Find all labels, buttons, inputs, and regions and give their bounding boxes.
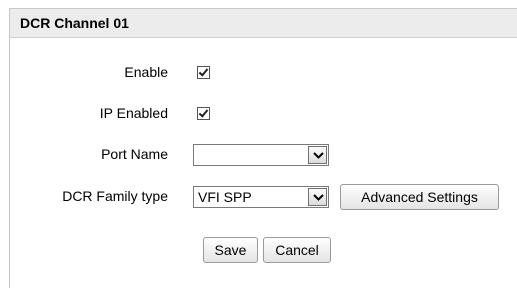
port-name-select[interactable] (193, 144, 329, 166)
checkmark-icon (198, 107, 209, 118)
dcr-channel-panel: DCR Channel 01 Enable IP Enabled Port Na… (9, 8, 517, 288)
chevron-down-icon[interactable] (308, 146, 327, 164)
cancel-button[interactable]: Cancel (263, 237, 331, 263)
dcr-family-value: VFI SPP (198, 189, 252, 205)
ip-enabled-checkbox[interactable] (197, 107, 210, 120)
enable-checkbox[interactable] (197, 66, 210, 79)
dcr-family-select[interactable]: VFI SPP (193, 186, 329, 208)
ip-enabled-label: IP Enabled (99, 105, 168, 121)
enable-label: Enable (124, 64, 168, 80)
chevron-down-icon[interactable] (308, 188, 327, 206)
port-name-label: Port Name (101, 146, 168, 162)
advanced-settings-button[interactable]: Advanced Settings (340, 184, 499, 210)
checkmark-icon (198, 66, 209, 77)
dcr-family-label: DCR Family type (62, 188, 168, 204)
panel-title: DCR Channel 01 (10, 9, 517, 38)
save-button[interactable]: Save (203, 237, 258, 263)
